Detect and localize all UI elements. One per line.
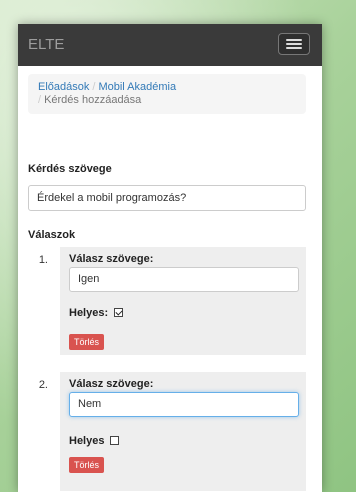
answer-text-input[interactable]: Nem xyxy=(69,392,299,417)
answer-text-input[interactable]: Igen xyxy=(69,267,299,292)
question-input[interactable]: Érdekel a mobil programozás? xyxy=(28,185,306,211)
breadcrumb-current: Kérdés hozzáadása xyxy=(44,94,142,106)
delete-button[interactable]: Törlés xyxy=(69,334,105,350)
correct-field: Helyes: xyxy=(69,307,124,319)
breadcrumb-link-eloadasok[interactable]: Előadások xyxy=(38,81,89,93)
delete-button[interactable]: Törlés xyxy=(69,457,105,473)
answer-text-label: Válasz szövege: xyxy=(69,253,154,265)
answer-item-2: 2. Válasz szövege: Nem Helyes Törlés xyxy=(39,372,306,491)
answer-item-1: 1. Válasz szövege: Igen Helyes: Törlés xyxy=(39,247,306,355)
correct-checkbox[interactable] xyxy=(110,436,120,445)
correct-label: Helyes: xyxy=(69,307,109,319)
correct-field: Helyes xyxy=(69,435,120,447)
hamburger-menu-icon[interactable] xyxy=(278,33,310,55)
answer-number: 2. xyxy=(38,379,48,391)
brand-logo[interactable]: ELTE xyxy=(28,36,64,53)
breadcrumb-link-mobil-akademia[interactable]: Mobil Akadémia xyxy=(98,81,176,93)
navbar: ELTE xyxy=(18,24,322,66)
answer-number: 1. xyxy=(38,254,48,266)
breadcrumb: Előadások / Mobil Akadémia / Kérdés hozzáad… xyxy=(28,74,306,114)
correct-checkbox[interactable] xyxy=(114,308,124,317)
correct-label: Helyes xyxy=(69,435,105,447)
question-label: Kérdés szövege xyxy=(28,163,112,175)
answer-text-label: Válasz szövege: xyxy=(69,378,154,390)
answers-label: Válaszok xyxy=(28,229,76,241)
